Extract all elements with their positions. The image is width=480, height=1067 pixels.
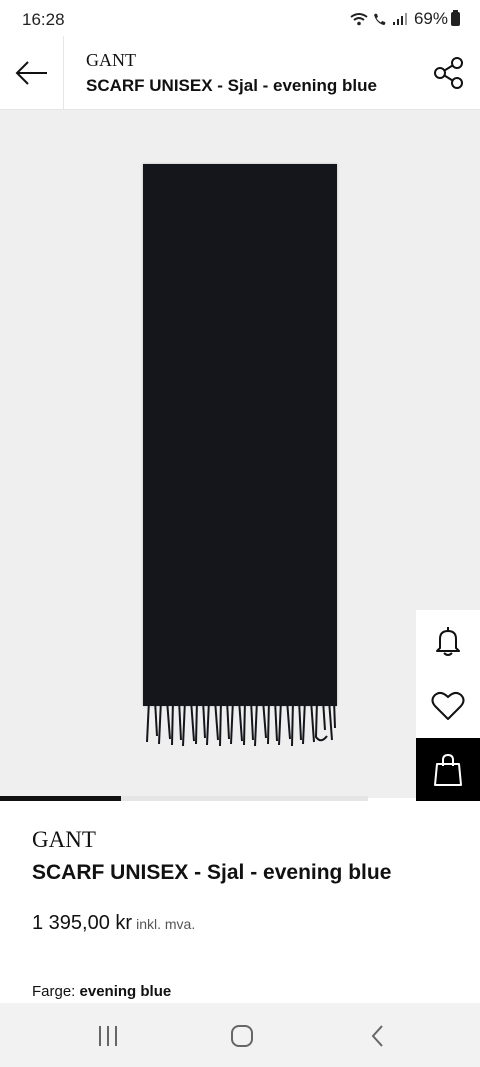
system-nav-bar: [0, 1003, 480, 1067]
product-image: [143, 164, 337, 706]
system-back-button[interactable]: [358, 1021, 398, 1051]
heart-icon: [431, 691, 465, 720]
share-icon: [434, 57, 463, 89]
product-header: GANT SCARF UNISEX - Sjal - evening blue: [0, 36, 480, 110]
color-value: evening blue: [79, 983, 172, 1000]
call-icon: [373, 13, 386, 25]
color-label: Farge:: [32, 983, 76, 1000]
scarf-fringe: [146, 700, 336, 747]
battery-level: 69%: [413, 9, 448, 28]
status-indicators: 69%: [350, 9, 460, 29]
header-brand: GANT: [86, 50, 136, 70]
header-title: SCARF UNISEX - Sjal - evening blue: [86, 76, 377, 95]
product-brand: GANT: [32, 827, 96, 852]
recent-apps-button[interactable]: [88, 1021, 128, 1051]
home-icon: [231, 1025, 253, 1047]
signal-icon: [392, 13, 407, 25]
back-button[interactable]: [0, 36, 64, 109]
wishlist-button[interactable]: [416, 674, 480, 738]
status-time: 16:28: [22, 10, 65, 29]
back-icon: [371, 1025, 383, 1047]
arrow-left-icon: [15, 60, 47, 85]
color-selector[interactable]: Farge: evening blue: [32, 983, 171, 1000]
side-actions: [416, 610, 480, 802]
recent-apps-icon: [99, 1026, 117, 1046]
vat-note: inkl. mva.: [136, 916, 196, 932]
product-info: GANT SCARF UNISEX - Sjal - evening blue …: [0, 801, 480, 1003]
notify-button[interactable]: [416, 610, 480, 674]
bag-icon: [434, 753, 462, 786]
battery-icon: [451, 10, 460, 26]
add-to-bag-button[interactable]: [416, 738, 480, 802]
share-button[interactable]: [428, 52, 470, 94]
price-value: 1 395,00 kr: [32, 912, 133, 934]
home-button[interactable]: [222, 1021, 262, 1051]
product-title: SCARF UNISEX - Sjal - evening blue: [32, 861, 392, 884]
product-image-gallery[interactable]: [0, 110, 480, 798]
product-price: 1 395,00 kr inkl. mva.: [32, 912, 195, 935]
bell-icon: [436, 627, 460, 656]
wifi-icon: [350, 13, 368, 26]
status-bar: 16:28 69%: [0, 0, 480, 36]
